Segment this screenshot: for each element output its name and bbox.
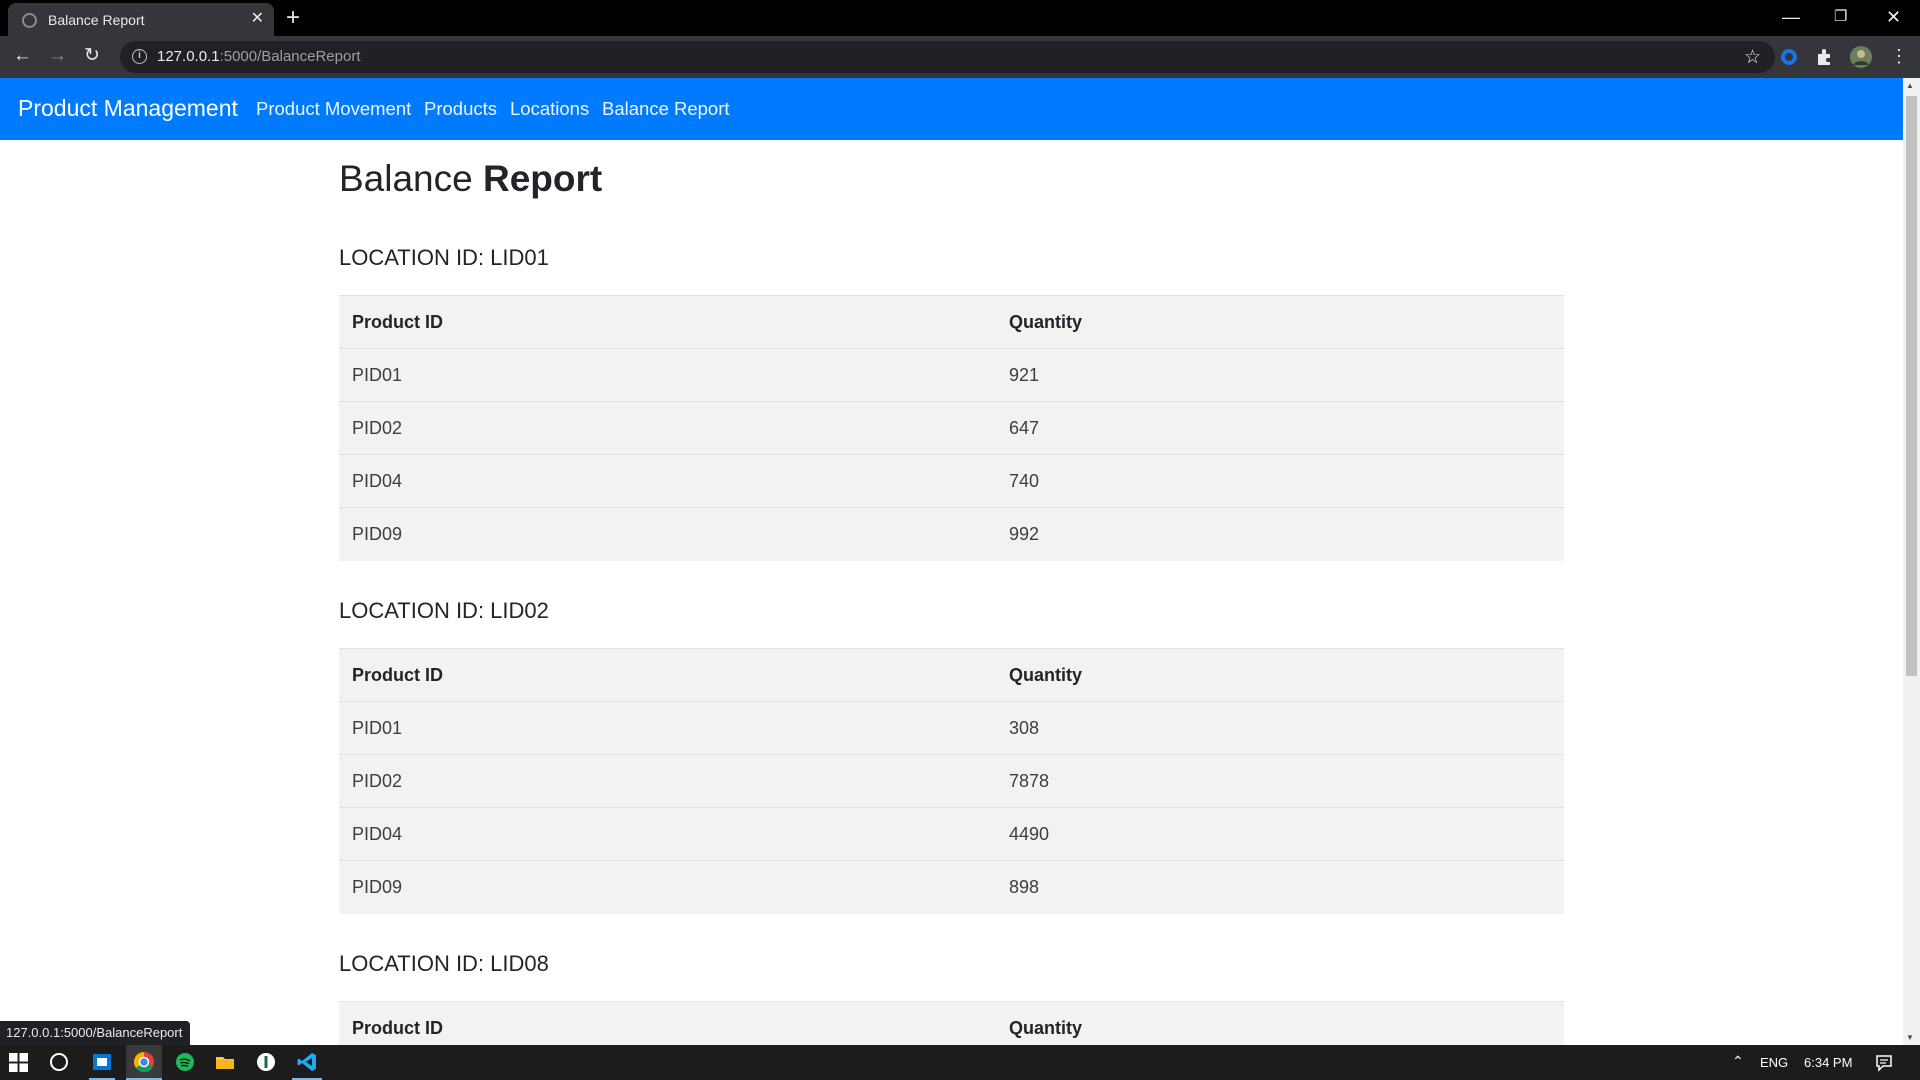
tray-chevron-up-icon[interactable]: ⌃ [1732, 1053, 1744, 1070]
location-heading: LOCATION ID: LID01 [339, 245, 549, 270]
nav-link-locations[interactable]: Locations [510, 98, 589, 120]
quantity-cell: 647 [996, 401, 1564, 455]
table-row: PID01 921 [339, 348, 1564, 402]
location-heading: LOCATION ID: LID08 [339, 951, 549, 976]
table-row: PID09 992 [339, 507, 1564, 561]
column-header-quantity: Quantity [996, 295, 1564, 349]
page-title: Balance Report [339, 158, 603, 199]
nav-link-balance-report[interactable]: Balance Report [602, 98, 730, 120]
table-row: PID01 308 [339, 701, 1564, 755]
extensions-puzzle-icon[interactable] [1815, 47, 1835, 67]
chrome-app-icon [134, 1052, 154, 1073]
quantity-cell: 992 [996, 507, 1564, 561]
table-row: PID04 4490 [339, 807, 1564, 861]
minimize-icon[interactable]: — [1782, 5, 1800, 29]
quantity-cell: 921 [996, 348, 1564, 402]
browser-tab[interactable]: Balance Report ✕ [8, 3, 274, 36]
back-arrow-icon[interactable]: ← [13, 44, 32, 68]
page-scrollbar[interactable]: ▲ ▼ [1903, 78, 1920, 1045]
product-id-cell: PID04 [339, 454, 996, 508]
language-indicator[interactable]: ENG [1760, 1055, 1788, 1070]
action-center-icon[interactable] [1875, 1054, 1893, 1072]
info-icon[interactable]: i [132, 49, 147, 64]
taskbar-clock[interactable]: 6:34 PM [1804, 1055, 1852, 1070]
app-green-icon[interactable] [255, 1051, 277, 1073]
quantity-cell: 308 [996, 701, 1564, 755]
quantity-cell: 4490 [996, 807, 1564, 861]
table-row: PID04 740 [339, 454, 1564, 508]
scrollbar-thumb[interactable] [1906, 96, 1917, 676]
product-id-cell: PID02 [339, 754, 996, 808]
scroll-up-arrow-icon[interactable]: ▲ [1906, 81, 1914, 90]
app-navbar: Product Management Product Movement Prod… [0, 78, 1903, 140]
balance-table: Product ID Quantity PID01 308 PID02 7878… [339, 648, 1564, 914]
product-id-cell: PID09 [339, 507, 996, 561]
new-tab-button[interactable]: + [286, 4, 300, 32]
quantity-cell: 740 [996, 454, 1564, 508]
windows-start-icon[interactable] [9, 1053, 28, 1072]
column-header-quantity: Quantity [996, 648, 1564, 702]
taskbar-item-store[interactable] [87, 1045, 117, 1080]
close-tab-icon[interactable]: ✕ [251, 10, 264, 28]
product-id-cell: PID04 [339, 807, 996, 861]
vscode-app-icon[interactable] [296, 1051, 318, 1073]
product-id-cell: PID01 [339, 701, 996, 755]
extension-swirl-icon[interactable] [1779, 47, 1799, 67]
navbar-brand[interactable]: Product Management [18, 95, 238, 122]
file-explorer-icon[interactable] [214, 1051, 236, 1073]
column-header-product-id: Product ID [339, 295, 996, 349]
scroll-down-arrow-icon[interactable]: ▼ [1906, 1033, 1914, 1042]
table-header-row: Product ID Quantity [339, 1001, 1564, 1045]
main-content: Balance Report LOCATION ID: LID01 Produc… [0, 140, 1903, 1045]
profile-avatar[interactable] [1849, 45, 1873, 69]
nav-link-products[interactable]: Products [424, 98, 497, 120]
store-app-icon [93, 1054, 111, 1070]
column-header-product-id: Product ID [339, 1001, 996, 1045]
cortana-search-icon[interactable] [48, 1051, 70, 1073]
balance-table: Product ID Quantity PID01 921 PID02 647 … [339, 295, 1564, 561]
product-id-cell: PID09 [339, 860, 996, 914]
balance-table: Product ID Quantity [339, 1001, 1564, 1045]
forward-arrow-icon[interactable]: → [48, 44, 67, 68]
table-row: PID09 898 [339, 860, 1564, 914]
product-id-cell: PID02 [339, 401, 996, 455]
quantity-cell: 898 [996, 860, 1564, 914]
taskbar-item-chrome[interactable] [126, 1045, 162, 1080]
globe-icon [22, 13, 37, 28]
spotify-app-icon[interactable] [174, 1051, 196, 1073]
browser-toolbar: ← → ↻ i 127.0.0.1:5000/BalanceReport ☆ ⋮ [0, 36, 1920, 78]
link-status-bubble: 127.0.0.1:5000/BalanceReport [0, 1021, 191, 1045]
reload-icon[interactable]: ↻ [84, 44, 100, 68]
url-text[interactable]: 127.0.0.1:5000/BalanceReport [157, 48, 361, 65]
table-row: PID02 647 [339, 401, 1564, 455]
quantity-cell: 7878 [996, 754, 1564, 808]
restore-icon[interactable]: ❐ [1834, 5, 1847, 29]
tab-title: Balance Report [48, 12, 145, 28]
browser-titlebar: Balance Report ✕ + — ❐ ✕ [0, 0, 1920, 36]
nav-link-product-movement[interactable]: Product Movement [256, 98, 411, 120]
column-header-product-id: Product ID [339, 648, 996, 702]
close-window-icon[interactable]: ✕ [1886, 5, 1901, 29]
location-heading: LOCATION ID: LID02 [339, 598, 549, 623]
table-row: PID02 7878 [339, 754, 1564, 808]
address-bar[interactable]: i 127.0.0.1:5000/BalanceReport ☆ [120, 41, 1775, 73]
browser-menu-icon[interactable]: ⋮ [1890, 44, 1908, 68]
table-header-row: Product ID Quantity [339, 648, 1564, 702]
bookmark-star-icon[interactable]: ☆ [1744, 46, 1761, 69]
product-id-cell: PID01 [339, 348, 996, 402]
column-header-quantity: Quantity [996, 1001, 1564, 1045]
table-header-row: Product ID Quantity [339, 295, 1564, 349]
windows-taskbar: ⌃ ENG 6:34 PM [0, 1045, 1920, 1080]
